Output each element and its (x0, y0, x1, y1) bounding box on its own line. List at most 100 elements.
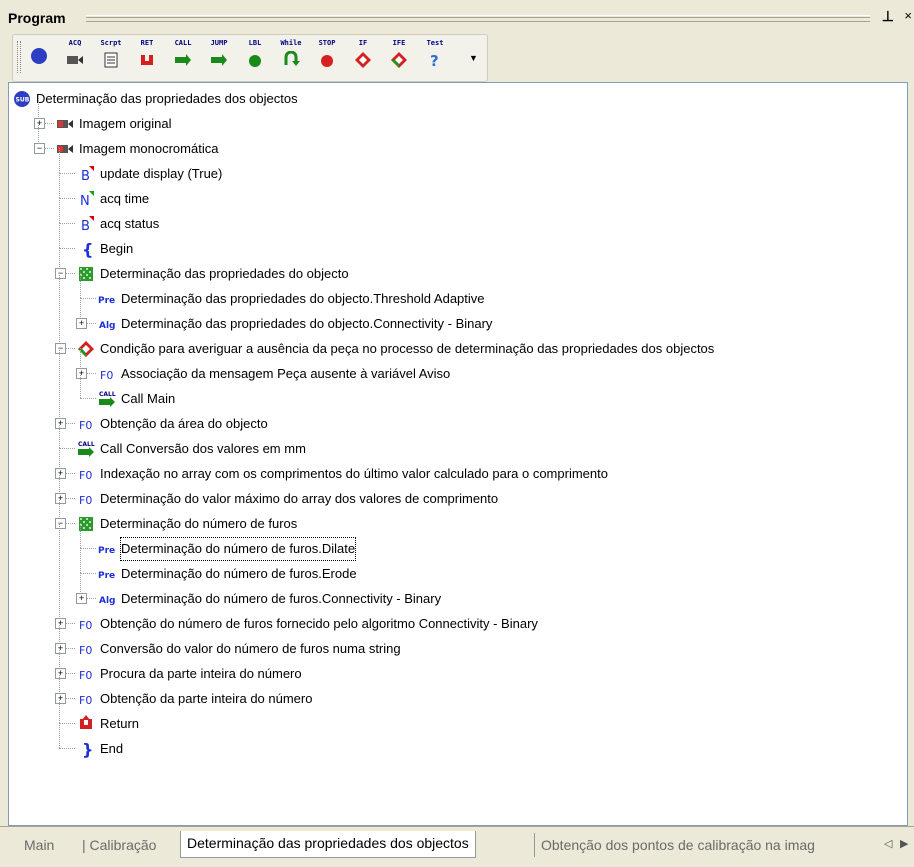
tree-node[interactable]: Nacq time (77, 187, 149, 209)
svg-text:Pre: Pre (98, 296, 115, 306)
ife-icon (391, 52, 407, 68)
expand-icon[interactable]: + (55, 668, 66, 679)
tree-node[interactable]: F0 Determinação do valor máximo do array … (77, 487, 498, 509)
svg-text:Alg: Alg (99, 596, 116, 606)
close-icon[interactable]: × (904, 8, 912, 23)
tree-connector (59, 248, 75, 249)
tree-node-label: Determinação do número de furos.Erode (121, 565, 357, 581)
tree-node[interactable]: F0 Obtenção da parte inteira do número (77, 687, 312, 709)
tab-1[interactable]: | Calibração (82, 833, 156, 857)
tree-node[interactable]: Return (77, 712, 139, 734)
tree-node-label: Condição para averiguar a ausência da pe… (100, 340, 715, 356)
tab-scroll-left-icon[interactable]: ◁ (884, 837, 892, 850)
label-icon (249, 55, 261, 67)
tree-connector (80, 273, 81, 298)
expand-icon[interactable]: + (55, 493, 66, 504)
tree-connector (59, 198, 75, 199)
tab-2[interactable]: Determinação das propriedades dos object… (180, 831, 476, 858)
expand-icon[interactable]: + (55, 418, 66, 429)
toolbar: ACQ Scrpt RET CALL JUMP LBL While STOP IF IFE Test… (12, 34, 488, 82)
tab-3[interactable]: Obtenção dos pontos de calibração na ima… (534, 833, 883, 857)
expand-icon[interactable]: + (76, 318, 87, 329)
tree-node-label: acq time (100, 190, 150, 206)
pin-icon[interactable]: ⊥ (882, 8, 894, 25)
tree-node[interactable]: } End (77, 737, 123, 759)
tree-connector (59, 273, 60, 348)
tree-node[interactable]: Imagem monocromática (56, 137, 218, 159)
toolbar-overflow-dropdown[interactable]: ▼ (469, 53, 478, 63)
toolbar-jump-button[interactable]: JUMP (207, 39, 231, 77)
toolbar-call-button[interactable]: CALL (171, 39, 195, 77)
tab-0[interactable]: Main (24, 833, 54, 857)
tree-node[interactable]: Determinação do número de furos (77, 512, 297, 534)
tree-node[interactable]: Alg Determinação das propriedades do obje… (98, 312, 492, 334)
call-icon: CALL (78, 441, 95, 457)
tree-node[interactable]: F0 Associação da mensagem Peça ausente à … (98, 362, 450, 384)
tree-node[interactable]: Pre Determinação do número de furos.Erode (98, 562, 357, 584)
toolbar-ife-button[interactable]: IFE (387, 39, 411, 77)
tree-node[interactable]: Bacq status (77, 212, 159, 234)
toolbar-if-button[interactable]: IF (351, 39, 375, 77)
tree-node[interactable]: CALL Call Conversão dos valores em mm (77, 437, 306, 459)
expand-icon[interactable]: + (34, 118, 45, 129)
begin-brace-icon: { (82, 240, 93, 258)
tree-node[interactable]: Pre Determinação do número de furos.Dilat… (98, 536, 357, 561)
svg-text:B: B (81, 219, 90, 233)
tree-node[interactable]: Imagem original (56, 112, 172, 134)
toolbar-ret-button[interactable]: RET (135, 39, 159, 77)
tree-node[interactable]: Alg Determinação do número de furos.Conne… (98, 587, 441, 609)
tree-node[interactable]: Bupdate display (True) (77, 162, 222, 184)
tree-node[interactable]: SUB Determinação das propriedades dos obj… (13, 87, 298, 109)
tree-node[interactable]: {Begin (77, 237, 133, 259)
tree-connector (80, 373, 81, 398)
expand-icon[interactable]: + (55, 643, 66, 654)
expand-icon[interactable]: + (55, 468, 66, 479)
tree-node-label: Conversão do valor do número de furos nu… (100, 640, 401, 656)
tab-scroll-right-icon[interactable]: ▶ (900, 837, 908, 850)
tree-connector (80, 548, 96, 549)
toolbar-stop-button[interactable]: STOP (315, 39, 339, 77)
tree-node[interactable]: F0 Conversão do valor do número de furos … (77, 637, 401, 659)
tree-connector (59, 223, 60, 248)
toolbar-scrpt-button[interactable]: Scrpt (99, 39, 123, 77)
numeric-variable-icon: N (80, 190, 94, 208)
preprocessing-icon: Pre (98, 571, 115, 581)
tree-node[interactable]: Pre Determinação das propriedades do obje… (98, 287, 485, 309)
toolbar-sub-button[interactable] (27, 39, 51, 77)
toolbar-lbl-button[interactable]: LBL (243, 39, 267, 77)
expand-icon[interactable]: + (76, 593, 87, 604)
svg-text:?: ? (430, 52, 439, 69)
tree-node[interactable]: Determinação das propriedades do objecto (77, 262, 349, 284)
svg-text:F0: F0 (79, 669, 92, 682)
collapse-icon[interactable]: − (55, 518, 66, 529)
script-icon (104, 52, 118, 68)
toolbar-while-button[interactable]: While (279, 39, 303, 77)
expand-icon[interactable]: + (55, 618, 66, 629)
tree-node[interactable]: F0 Indexação no array com os comprimentos… (77, 462, 608, 484)
tree-node[interactable]: F0 Obtenção da área do objecto (77, 412, 268, 434)
function-icon: F0 (79, 669, 92, 682)
while-icon (284, 51, 300, 66)
collapse-icon[interactable]: − (55, 268, 66, 279)
collapse-icon[interactable]: − (34, 143, 45, 154)
toolbar-button-label: Scrpt (100, 39, 122, 47)
tree-node-label: End (100, 740, 124, 756)
tree-node-label: Determinação do número de furos.Connecti… (121, 590, 442, 606)
function-icon: F0 (100, 369, 113, 382)
tree-node[interactable]: F0 Obtenção do número de furos fornecido … (77, 612, 538, 634)
toolbar-acq-button[interactable]: ACQ (63, 39, 87, 77)
toolbar-grip[interactable] (17, 41, 21, 73)
tree-node[interactable]: CALL Call Main (98, 387, 175, 409)
tree-node-label: Procura da parte inteira do número (100, 665, 302, 681)
algorithm-icon: Alg (99, 321, 116, 331)
toolbar-test-button[interactable]: Test? (423, 39, 447, 77)
toolbar-button-label: IFE (392, 39, 406, 47)
expand-icon[interactable]: + (76, 368, 87, 379)
tree-node[interactable]: F0 Procura da parte inteira do número (77, 662, 302, 684)
if-icon (355, 52, 371, 68)
return-icon (141, 55, 153, 65)
program-tree[interactable]: SUB Determinação das propriedades dos obj… (8, 82, 908, 826)
collapse-icon[interactable]: − (55, 343, 66, 354)
tree-node[interactable]: Condição para averiguar a ausência da pe… (77, 337, 714, 359)
expand-icon[interactable]: + (55, 693, 66, 704)
